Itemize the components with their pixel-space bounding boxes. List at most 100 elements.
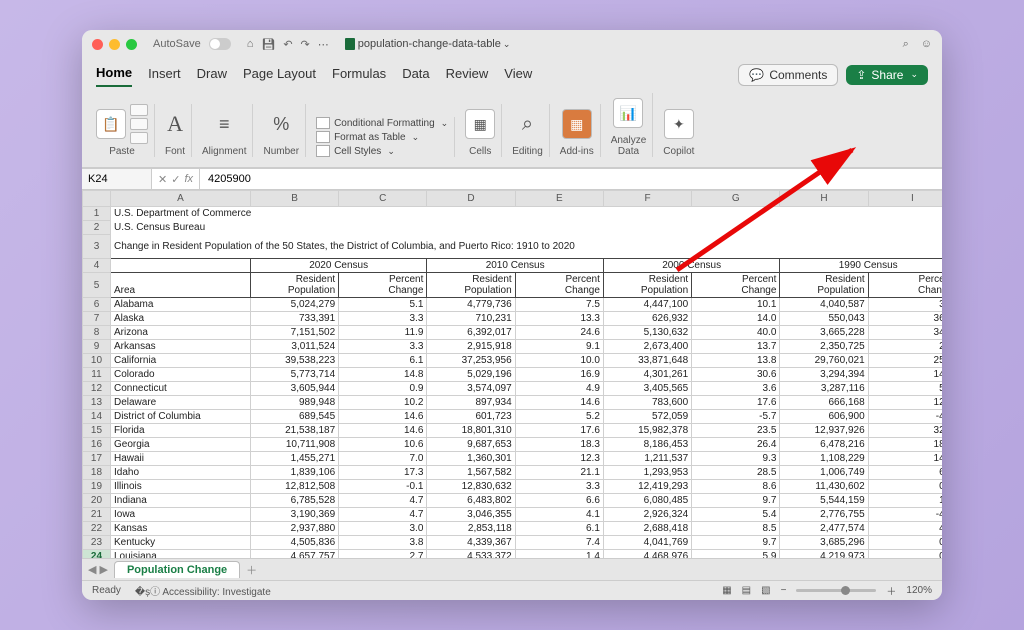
excel-icon <box>345 38 355 50</box>
enter-formula-icon[interactable]: ✓ <box>171 173 180 186</box>
tab-formulas[interactable]: Formulas <box>332 63 386 86</box>
share-button[interactable]: ⇪Share⌄ <box>846 65 928 85</box>
comments-button[interactable]: 💬Comments <box>738 64 838 86</box>
group-editing: ⌕ Editing <box>506 104 550 157</box>
table-row[interactable]: 23Kentucky4,505,8363.84,339,3677.44,041,… <box>83 536 943 550</box>
table-row[interactable]: 19Illinois12,812,508-0.112,830,6323.312,… <box>83 480 943 494</box>
format-painter-button[interactable] <box>130 132 148 144</box>
group-analyze: 📊 Analyze Data <box>605 93 654 157</box>
zoom-out-button[interactable]: − <box>781 585 787 596</box>
zoom-in-button[interactable]: ＋ <box>886 583 896 598</box>
tab-data[interactable]: Data <box>402 63 429 86</box>
table-row[interactable]: 8Arizona7,151,50211.96,392,01724.65,130,… <box>83 326 943 340</box>
table-row[interactable]: 12Connecticut3,605,9440.93,574,0974.93,4… <box>83 382 943 396</box>
col-header-A[interactable]: A <box>110 191 250 207</box>
table-row[interactable]: 16Georgia10,711,90810.69,687,65318.38,18… <box>83 438 943 452</box>
redo-icon[interactable]: ↷ <box>301 38 310 51</box>
fx-icon[interactable]: fx <box>184 173 193 185</box>
sheet-next-icon[interactable]: ▶ <box>99 563 107 576</box>
format-as-table-button[interactable]: Format as Table⌄ <box>316 131 419 143</box>
number-icon[interactable]: % <box>273 114 289 135</box>
analyze-data-button[interactable]: 📊 <box>613 98 643 128</box>
cell-style-icon <box>316 145 330 157</box>
group-cells: ▦ Cells <box>459 104 502 157</box>
save-icon[interactable]: 💾︎ <box>261 38 275 51</box>
alignment-icon[interactable]: ≡ <box>219 114 230 135</box>
cancel-formula-icon[interactable]: ✕ <box>158 173 167 186</box>
status-accessibility[interactable]: �șⓘ Accessibility: Investigate <box>135 583 271 598</box>
share-icon: ⇪ <box>856 68 866 82</box>
autosave-toggle[interactable] <box>209 38 231 50</box>
tab-page-layout[interactable]: Page Layout <box>243 63 316 86</box>
table-row[interactable]: 24Louisiana4,657,7572.74,533,3721.44,468… <box>83 550 943 559</box>
group-styles: Conditional Formatting⌄ Format as Table⌄… <box>310 117 455 157</box>
doc-title[interactable]: population-change-data-table⌄ <box>345 38 511 50</box>
table-row[interactable]: 20Indiana6,785,5284.76,483,8026.66,080,4… <box>83 494 943 508</box>
table-row[interactable]: 18Idaho1,839,10617.31,567,58221.11,293,9… <box>83 466 943 480</box>
search-icon[interactable]: ⌕ <box>903 38 909 51</box>
table-row[interactable]: 7Alaska733,3913.3710,23113.3626,93214.05… <box>83 312 943 326</box>
paste-button[interactable]: 📋 <box>96 109 126 139</box>
account-icon[interactable]: ☺ <box>921 38 932 51</box>
table-row[interactable]: 22Kansas2,937,8803.02,853,1186.12,688,41… <box>83 522 943 536</box>
table-row[interactable]: 13Delaware989,94810.2897,93414.6783,6001… <box>83 396 943 410</box>
tab-home[interactable]: Home <box>96 62 132 87</box>
copy-button[interactable] <box>130 118 148 130</box>
view-page-break-icon[interactable]: ▧ <box>761 585 770 596</box>
col-header-G[interactable]: G <box>692 191 780 207</box>
zoom-level[interactable]: 120% <box>906 585 932 596</box>
group-copilot: ✦ Copilot <box>657 104 700 157</box>
status-ready: Ready <box>92 585 121 596</box>
table-row[interactable]: 17Hawaii1,455,2717.01,360,30112.31,211,5… <box>83 452 943 466</box>
close-icon[interactable] <box>92 39 103 50</box>
formula-input[interactable]: 4205900 <box>200 173 942 185</box>
tab-review[interactable]: Review <box>446 63 489 86</box>
conditional-formatting-button[interactable]: Conditional Formatting⌄ <box>316 117 448 129</box>
table-row[interactable]: 11Colorado5,773,71414.85,029,19616.94,30… <box>83 368 943 382</box>
table-row[interactable]: 9Arkansas3,011,5243.32,915,9189.12,673,4… <box>83 340 943 354</box>
col-header-B[interactable]: B <box>250 191 338 207</box>
cut-button[interactable] <box>130 104 148 116</box>
minimize-icon[interactable] <box>109 39 120 50</box>
home-icon[interactable]: ⌂ <box>247 38 254 51</box>
table-row[interactable]: 15Florida21,538,18714.618,801,31017.615,… <box>83 424 943 438</box>
group-alignment: ≡ Alignment <box>196 104 253 157</box>
cells-button[interactable]: ▦ <box>465 109 495 139</box>
col-header-I[interactable]: I <box>868 191 942 207</box>
group-number: % Number <box>257 104 306 157</box>
col-header-H[interactable]: H <box>780 191 868 207</box>
formula-bar: K24 ✕ ✓ fx 4205900 <box>82 168 942 190</box>
view-page-layout-icon[interactable]: ▤ <box>742 585 751 596</box>
add-sheet-button[interactable]: ＋ <box>246 562 257 578</box>
col-header-E[interactable]: E <box>515 191 603 207</box>
tab-draw[interactable]: Draw <box>197 63 227 86</box>
table-row[interactable]: 6Alabama5,024,2795.14,779,7367.54,447,10… <box>83 298 943 312</box>
cell-styles-button[interactable]: Cell Styles⌄ <box>316 145 395 157</box>
table-row[interactable]: 21Iowa3,190,3694.73,046,3554.12,926,3245… <box>83 508 943 522</box>
table-row[interactable]: 10California39,538,2236.137,253,95610.03… <box>83 354 943 368</box>
table-row[interactable]: 14District of Columbia689,54514.6601,723… <box>83 410 943 424</box>
excel-window: AutoSave ⌂ 💾︎ ↶ ↷ ⋯ population-change-da… <box>82 30 942 600</box>
more-icon[interactable]: ⋯ <box>318 38 329 51</box>
col-header-D[interactable]: D <box>427 191 515 207</box>
cond-fmt-icon <box>316 117 330 129</box>
col-header-F[interactable]: F <box>603 191 691 207</box>
view-normal-icon[interactable]: ▦ <box>722 585 731 596</box>
copilot-button[interactable]: ✦ <box>664 109 694 139</box>
maximize-icon[interactable] <box>126 39 137 50</box>
editing-icon[interactable]: ⌕ <box>522 113 533 136</box>
undo-icon[interactable]: ↶ <box>283 38 292 51</box>
col-header-C[interactable]: C <box>339 191 427 207</box>
tab-insert[interactable]: Insert <box>148 63 181 86</box>
quick-access-toolbar: ⌂ 💾︎ ↶ ↷ ⋯ <box>247 38 329 51</box>
font-icon[interactable]: A <box>167 111 183 137</box>
addins-button[interactable]: ▦ <box>562 109 592 139</box>
name-box[interactable]: K24 <box>82 169 152 189</box>
ribbon: 📋 Paste A Font ≡ Alignment % Number Cond… <box>82 87 942 168</box>
comment-icon: 💬 <box>749 68 764 82</box>
sheet-tab-population-change[interactable]: Population Change <box>114 561 240 578</box>
spreadsheet-grid[interactable]: ABCDEFGHI1U.S. Department of Commerce2U.… <box>82 190 942 558</box>
zoom-slider[interactable] <box>796 589 876 592</box>
tab-view[interactable]: View <box>504 63 532 86</box>
sheet-prev-icon[interactable]: ◀ <box>88 563 96 576</box>
